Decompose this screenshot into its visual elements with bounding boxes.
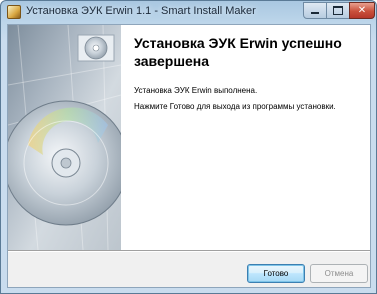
separator-line [8,250,370,252]
title-bar[interactable]: Установка ЭУК Erwin 1.1 - Smart Install … [1,1,376,24]
installer-icon [7,5,21,19]
maximize-icon [333,6,343,15]
window-title: Установка ЭУК Erwin 1.1 - Smart Install … [26,5,256,17]
close-icon: ✕ [357,5,367,16]
exit-instruction: Нажмите Готово для выхода из программы у… [134,102,336,111]
installer-window: Установка ЭУК Erwin 1.1 - Smart Install … [0,0,377,294]
close-button[interactable]: ✕ [349,2,375,19]
maximize-button[interactable] [326,2,350,19]
completion-message: Установка ЭУК Erwin выполнена. [134,86,258,95]
finish-button[interactable]: Готово [247,264,305,283]
page-title: Установка ЭУК Erwin успешно завершена [134,35,342,69]
wizard-client-area: Установка ЭУК Erwin успешно завершена Ус… [7,24,371,288]
minimize-icon [311,12,319,14]
minimize-button[interactable] [303,2,327,19]
cancel-button: Отмена [310,264,368,283]
cd-disc-image [8,25,121,250]
wizard-content: Установка ЭУК Erwin успешно завершена Ус… [121,25,370,250]
side-banner-image [8,25,121,250]
